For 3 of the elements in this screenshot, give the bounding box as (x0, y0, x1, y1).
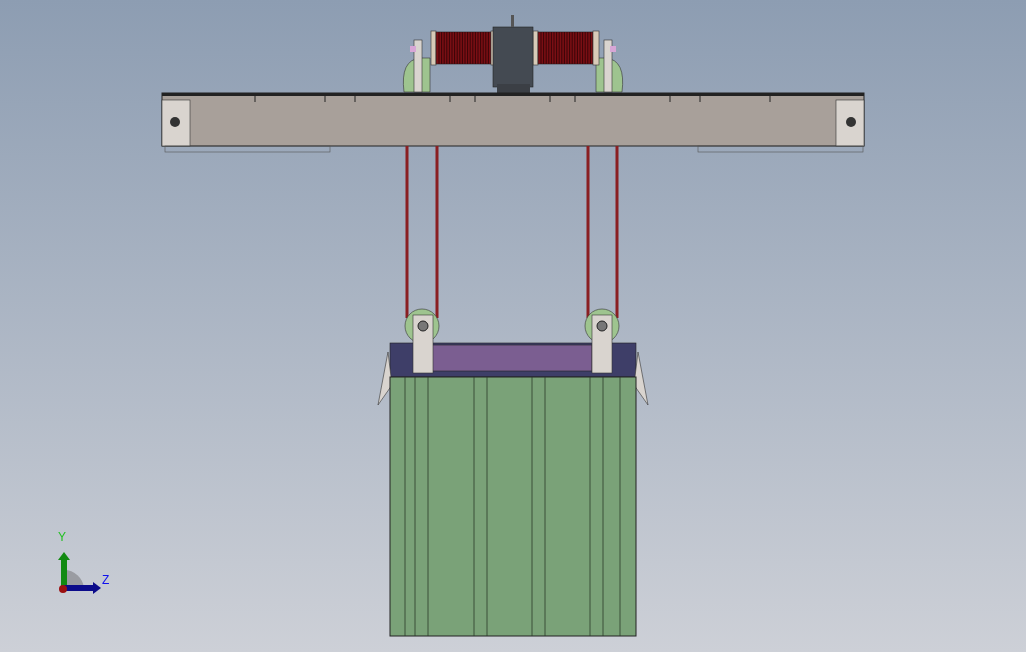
axis-label: Z (102, 574, 110, 586)
axis-triad-icon (55, 550, 103, 596)
axis-label: Y (58, 531, 66, 543)
